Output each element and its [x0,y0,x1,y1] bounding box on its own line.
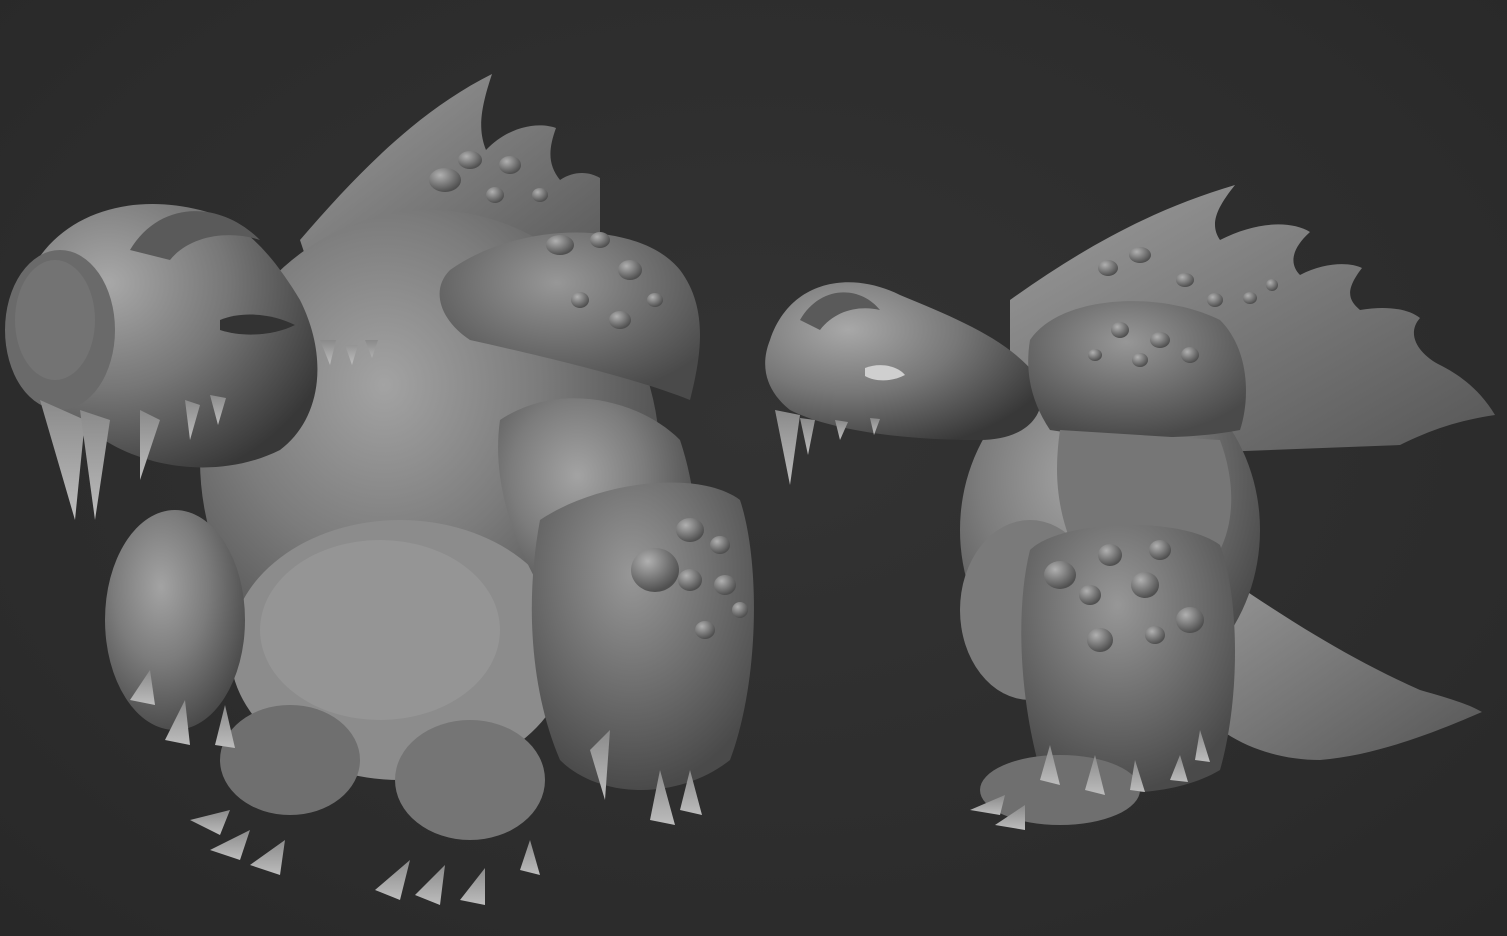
forearm-armor [531,482,754,790]
sculpt-viewport[interactable] [0,0,1507,936]
creature-front-three-quarter-view [5,74,754,905]
left-leg [220,705,360,815]
feet [980,755,1140,825]
shoulder-armor [1028,301,1246,438]
right-leg [395,720,545,840]
fang [40,400,85,520]
creature-side-view [765,185,1495,830]
viewport-canvas [5,74,1495,905]
head [765,282,1042,440]
left-arm [105,510,245,730]
